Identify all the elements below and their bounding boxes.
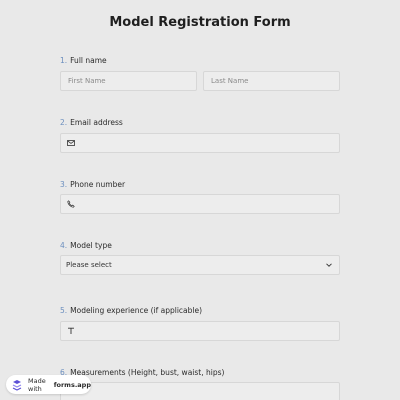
made-with-badge[interactable]: Made with forms.app xyxy=(6,375,91,394)
badge-prefix: Made with xyxy=(28,376,46,393)
badge-brand: forms.app xyxy=(53,380,91,389)
model-type-select[interactable]: Please select xyxy=(60,255,340,275)
forms-app-logo-icon xyxy=(11,379,23,391)
page-title: Model Registration Form xyxy=(109,15,291,30)
question-label: Measurements (Height, bust, waist, hips) xyxy=(70,368,225,377)
measurements-field[interactable] xyxy=(60,382,340,400)
experience-field[interactable] xyxy=(60,321,340,341)
question-number: 3. xyxy=(60,180,68,189)
model-type-selected-value: Please select xyxy=(66,261,112,269)
question-label: Phone number xyxy=(70,180,126,189)
question-full-name: 1. Full name xyxy=(60,56,107,65)
chevron-down-icon xyxy=(325,261,333,269)
form-page: Model Registration Form 1. Full name Firs… xyxy=(0,0,400,400)
question-number: 2. xyxy=(60,118,68,127)
question-label: Full name xyxy=(70,56,107,65)
question-model-type: 4. Model type xyxy=(60,241,112,250)
question-phone: 3. Phone number xyxy=(60,180,125,189)
last-name-placeholder: Last Name xyxy=(211,77,249,85)
question-number: 5. xyxy=(60,306,68,315)
text-icon xyxy=(67,327,75,335)
first-name-input[interactable]: First Name xyxy=(60,71,197,91)
question-experience: 5. Modeling experience (if applicable) xyxy=(60,306,202,315)
email-field[interactable] xyxy=(60,133,340,153)
phone-icon xyxy=(67,200,75,208)
question-number: 4. xyxy=(60,241,68,250)
question-email: 2. Email address xyxy=(60,118,123,127)
question-label: Model type xyxy=(70,241,112,250)
question-label: Email address xyxy=(70,118,123,127)
phone-field[interactable] xyxy=(60,194,340,214)
mail-icon xyxy=(67,139,75,147)
question-number: 1. xyxy=(60,56,68,65)
last-name-input[interactable]: Last Name xyxy=(203,71,340,91)
question-label: Modeling experience (if applicable) xyxy=(70,306,203,315)
first-name-placeholder: First Name xyxy=(68,77,106,85)
